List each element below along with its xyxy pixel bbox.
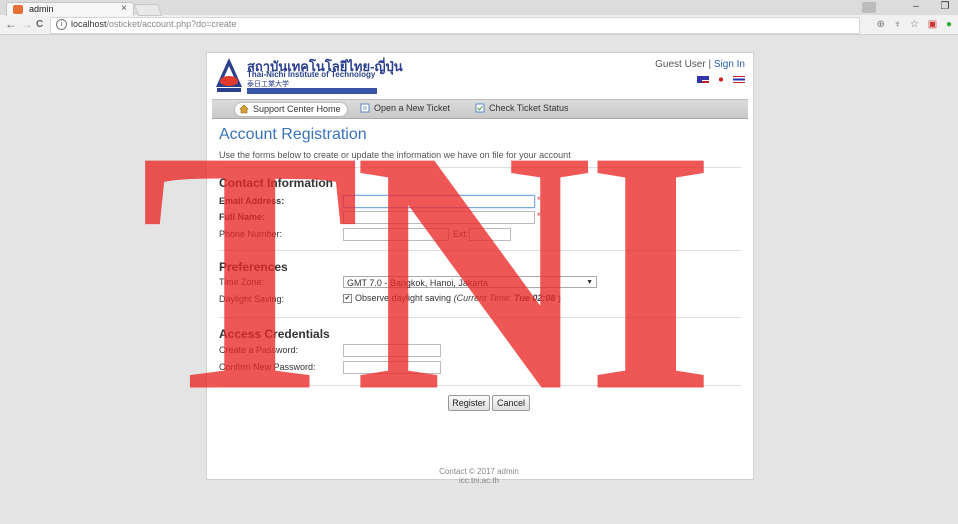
page-viewport: สถาบันเทคโนโลยีไทย-ญี่ปุ่น Thai-Nichi In… [0,35,958,524]
profile-icon[interactable] [862,2,876,13]
info-icon[interactable]: i [56,19,67,30]
favicon-icon [13,5,23,14]
new-tab-button[interactable] [133,4,163,16]
shield-icon[interactable]: ● [946,19,952,30]
sign-in-link[interactable]: Sign In [714,59,745,70]
window-controls: – ❐ [903,0,958,15]
flag-th-icon[interactable] [733,76,745,83]
url-text: localhost/osticket/account.php?do=create [71,19,236,29]
page-footer: Contact © 2017 admin icc.tni.ac.th [0,467,958,485]
brand-english: Thai-Nichi Institute of Technology [247,70,376,79]
address-bar-row: ← → C i localhost/osticket/account.php?d… [0,16,958,34]
footer-copyright: Contact © 2017 admin [439,467,519,476]
back-button[interactable]: ← [5,17,17,31]
flag-jp-icon[interactable] [714,76,727,83]
restore-button[interactable]: ❐ [932,1,958,12]
url-path: /osticket/account.php?do=create [106,19,237,29]
tab-strip: admin × – ❐ [0,0,958,16]
forward-button[interactable]: → [21,17,33,31]
url-host: localhost [71,19,107,29]
minimize-button[interactable]: – [903,1,929,12]
extension-icons: ⊕ ♆ ☆ ▣ ● [871,19,952,30]
key-icon[interactable]: ♆ [894,19,902,30]
address-bar[interactable]: i localhost/osticket/account.php?do=crea… [50,17,860,34]
tni-watermark: TNI [140,79,715,464]
star-icon[interactable]: ☆ [910,19,919,30]
extension-icon[interactable]: ▣ [928,19,937,30]
guest-user-label: Guest User [655,59,706,70]
link-separator: | [708,59,712,70]
user-links: Guest User | Sign In [655,59,745,70]
close-tab-button[interactable]: × [121,3,127,14]
footer-domain: icc.tni.ac.th [458,476,499,485]
zoom-icon[interactable]: ⊕ [877,19,885,30]
browser-chrome: admin × – ❐ ← → C i localhost/osticket/a… [0,0,958,35]
reload-button[interactable]: C [36,19,43,30]
tab-title: admin [29,4,54,14]
browser-tab[interactable]: admin × [6,2,134,16]
